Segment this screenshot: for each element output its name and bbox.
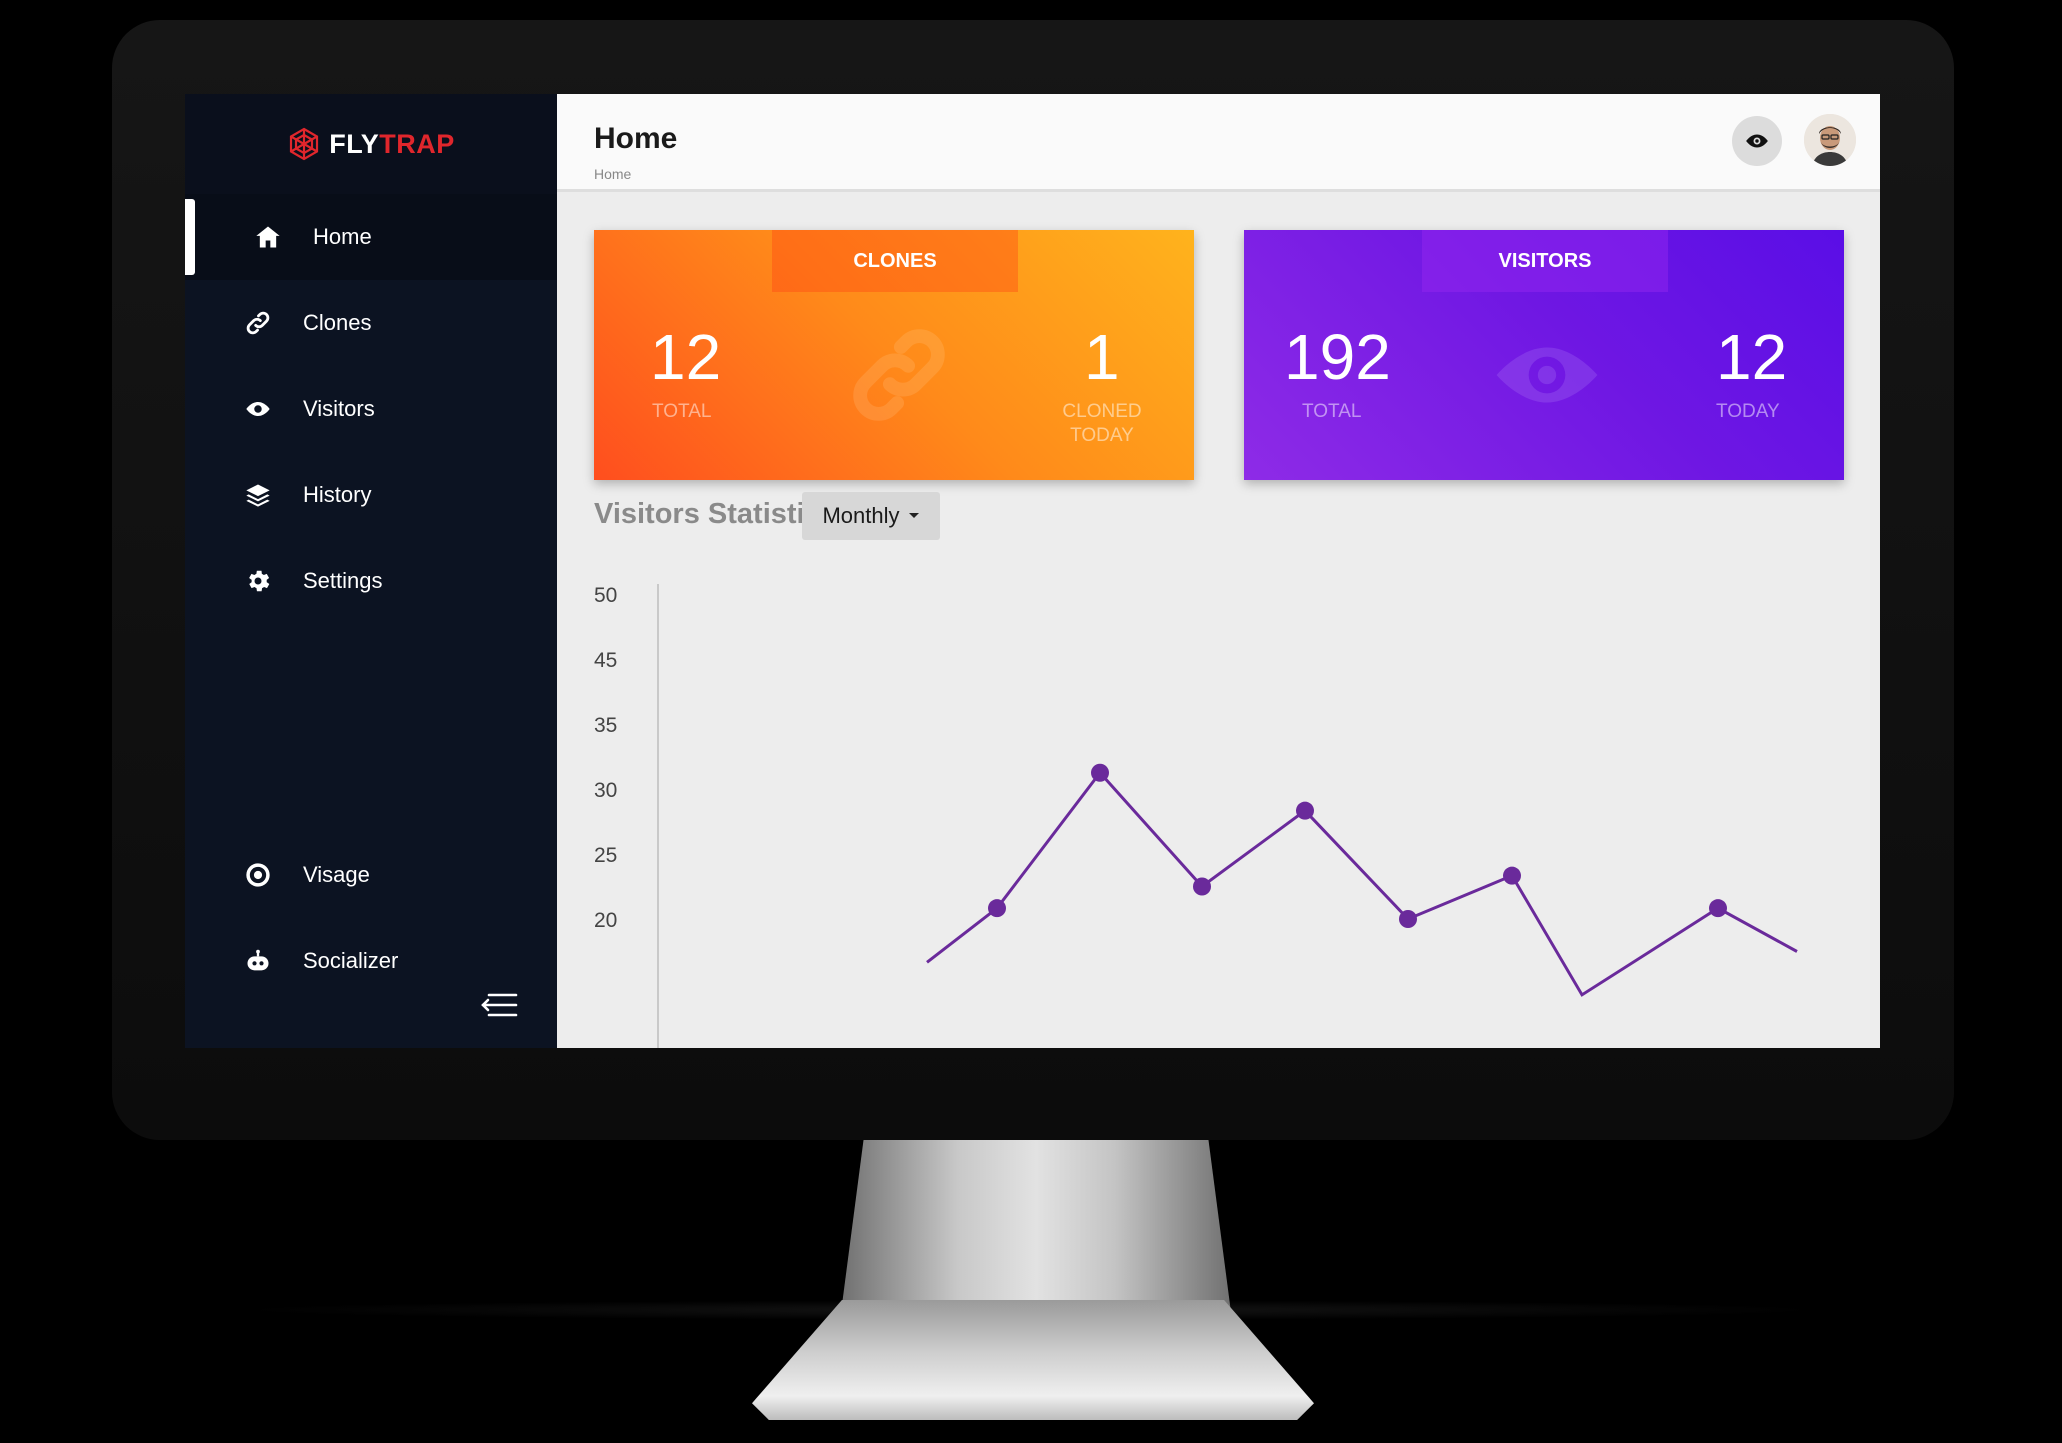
y-tick-label: 45	[594, 649, 617, 672]
sidebar-item-label: Home	[313, 224, 372, 249]
period-dropdown-value: Monthly	[822, 503, 900, 528]
data-point[interactable]	[1193, 877, 1211, 896]
visitors-card[interactable]: VISITORS 192 TOTAL 12 TODAY	[1244, 230, 1844, 480]
sidebar-nav: Home Clones Visitors History Settings	[185, 194, 557, 624]
eye-icon	[1496, 347, 1598, 403]
clones-total-label: TOTAL	[652, 401, 712, 422]
collapse-menu-icon[interactable]	[479, 988, 519, 1022]
y-tick-label: 25	[594, 844, 617, 867]
monitor-stand	[840, 1140, 1232, 1320]
clones-card[interactable]: CLONES 12 TOTAL 1 CLONED TODAY	[594, 230, 1194, 480]
visitors-card-title: VISITORS	[1422, 230, 1668, 292]
sidebar-item-label: Visitors	[303, 396, 375, 421]
page-title: Home	[594, 122, 678, 155]
clones-card-title: CLONES	[772, 230, 1018, 292]
monitor-base	[752, 1300, 1314, 1420]
series-line	[926, 770, 1798, 997]
link-icon	[853, 329, 945, 421]
sidebar-item-visitors[interactable]: Visitors	[185, 366, 557, 452]
sidebar-item-label: Visage	[303, 862, 370, 887]
sidebar-nav-bottom: Visage Socializer	[185, 832, 557, 1004]
main-content: Home Home CLONES 12 TOTAL 1 CLONED TODAY…	[557, 94, 1880, 1048]
y-tick-label: 20	[594, 909, 617, 932]
sidebar-item-clones[interactable]: Clones	[185, 280, 557, 366]
visitors-line-chart: 50 45 35 30 25 20	[594, 584, 1798, 1048]
visitors-today-value: 12	[1716, 321, 1788, 393]
preview-eye-button[interactable]	[1732, 116, 1782, 166]
link-icon	[243, 308, 273, 338]
visitors-statistics-title: Visitors Statistics	[594, 498, 837, 530]
period-dropdown[interactable]: Monthly	[802, 492, 940, 540]
brand-name-fly: FLY	[329, 128, 380, 159]
data-point[interactable]	[1503, 866, 1521, 885]
visitors-total-label: TOTAL	[1302, 401, 1362, 422]
visitors-total-value: 192	[1284, 321, 1391, 393]
clones-today-value: 1	[1084, 321, 1120, 393]
data-point[interactable]	[1709, 899, 1727, 918]
sidebar-item-label: Settings	[303, 568, 383, 593]
home-icon	[253, 222, 283, 252]
data-point[interactable]	[1296, 801, 1314, 820]
breadcrumb[interactable]: Home	[594, 166, 631, 182]
visitors-today-label: TODAY	[1716, 401, 1780, 422]
screen: FLYTRAP Home Clones Visitors History Set…	[185, 94, 1880, 1048]
data-point[interactable]	[988, 899, 1006, 918]
clones-total-value: 12	[650, 321, 722, 393]
sidebar-item-label: Socializer	[303, 948, 399, 973]
y-tick-label: 50	[594, 584, 617, 607]
sidebar-item-label: History	[303, 482, 372, 507]
caret-down-icon	[908, 513, 919, 518]
sidebar-item-label: Clones	[303, 310, 372, 335]
clones-today-label: CLONED TODAY	[1062, 401, 1142, 446]
sidebar: FLYTRAP Home Clones Visitors History Set…	[185, 94, 557, 1048]
robot-icon	[243, 946, 273, 976]
sidebar-item-history[interactable]: History	[185, 452, 557, 538]
eye-icon	[1746, 134, 1768, 148]
top-bar: Home Home	[557, 94, 1880, 192]
y-tick-label: 35	[594, 714, 617, 737]
y-tick-label: 30	[594, 779, 617, 802]
data-point[interactable]	[1399, 910, 1417, 928]
sidebar-item-visage[interactable]: Visage	[185, 832, 557, 918]
layers-icon	[243, 480, 273, 510]
sidebar-item-home[interactable]: Home	[185, 194, 557, 280]
spiderweb-logo-icon	[290, 127, 319, 161]
user-avatar[interactable]	[1804, 114, 1856, 166]
eye-icon	[243, 394, 273, 424]
gear-icon	[243, 566, 273, 596]
target-icon	[243, 860, 273, 890]
brand-logo[interactable]: FLYTRAP	[185, 94, 557, 194]
brand-name-trap: TRAP	[379, 128, 455, 159]
sidebar-item-settings[interactable]: Settings	[185, 538, 557, 624]
data-point[interactable]	[1091, 763, 1109, 782]
